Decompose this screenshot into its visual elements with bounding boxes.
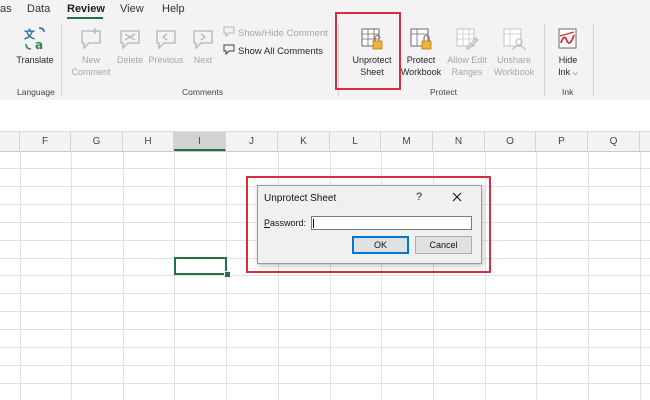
unshare-workbook-icon — [491, 26, 537, 52]
allow-edit-ranges-label-line1: Allow Edit — [447, 55, 487, 65]
allow-edit-ranges-label-line2: Ranges — [451, 67, 483, 77]
hide-ink-label-line2: Ink — [558, 67, 571, 77]
tab-data[interactable]: Data — [27, 3, 50, 15]
column-header-m[interactable]: M — [381, 132, 433, 151]
group-separator — [593, 24, 594, 96]
protect-workbook-label-line2: Workbook — [400, 67, 442, 77]
ribbon-tab-bar: as Data Review View Help — [0, 0, 650, 20]
column-header-k[interactable]: K — [278, 132, 330, 151]
protect-workbook-button[interactable]: Protect Workbook — [399, 26, 443, 78]
previous-comment-label: Previous — [148, 55, 184, 65]
formula-bar-gap — [0, 100, 650, 131]
show-all-comments-button[interactable]: Show All Comments — [223, 44, 323, 58]
column-header-partial — [0, 132, 20, 151]
column-header-o[interactable]: O — [485, 132, 536, 151]
comments-group-label: Comments — [182, 87, 224, 97]
tab-review[interactable]: Review — [67, 3, 105, 15]
new-comment-label-line1: New — [81, 55, 100, 65]
delete-comment-button[interactable]: Delete — [114, 26, 146, 66]
show-hide-comment-button[interactable]: Show/Hide Comment — [223, 26, 328, 40]
ink-group-label: Ink — [562, 87, 574, 97]
translate-button[interactable]: 文 a Translate — [12, 26, 58, 66]
column-header-n[interactable]: N — [433, 132, 485, 151]
chevron-down-icon: ⌵ — [572, 70, 578, 77]
group-separator — [544, 24, 545, 96]
show-all-comments-label: Show All Comments — [238, 45, 324, 57]
unshare-workbook-button[interactable]: Unshare Workbook — [491, 26, 537, 78]
unshare-workbook-label-line1: Unshare — [496, 55, 532, 65]
new-comment-button[interactable]: New Comment — [66, 26, 116, 78]
column-header-g[interactable]: G — [71, 132, 123, 151]
column-header-i[interactable]: I — [174, 132, 226, 151]
column-header-f[interactable]: F — [20, 132, 71, 151]
column-header-row: F G H I J K L M N O P Q — [0, 131, 650, 152]
unprotect-sheet-highlight — [335, 12, 401, 90]
svg-text:a: a — [35, 38, 43, 52]
allow-edit-ranges-button[interactable]: Allow Edit Ranges — [443, 26, 491, 78]
ribbon: 文 a Translate Language New Comment Delet… — [0, 12, 650, 101]
protect-workbook-icon — [399, 26, 443, 52]
allow-edit-ranges-icon — [443, 26, 491, 52]
column-header-h[interactable]: H — [123, 132, 174, 151]
new-comment-label-line2: Comment — [71, 67, 111, 77]
new-comment-icon — [66, 26, 116, 52]
tab-view[interactable]: View — [120, 3, 144, 15]
column-header-j[interactable]: J — [226, 132, 278, 151]
column-header-p[interactable]: P — [536, 132, 588, 151]
active-cell[interactable] — [174, 257, 227, 275]
column-header-q[interactable]: Q — [588, 132, 640, 151]
translate-label: Translate — [16, 55, 54, 65]
delete-comment-label: Delete — [116, 55, 143, 65]
delete-comment-icon — [114, 26, 146, 52]
unshare-workbook-label-line2: Workbook — [493, 67, 535, 77]
translate-icon: 文 a — [12, 26, 58, 52]
hide-ink-label-line1: Hide — [558, 55, 578, 65]
previous-comment-button[interactable]: Previous — [146, 26, 186, 66]
protect-workbook-label-line1: Protect — [406, 55, 436, 65]
active-tab-indicator — [67, 17, 103, 19]
show-hide-comment-label: Show/Hide Comment — [238, 27, 328, 39]
next-comment-label: Next — [193, 55, 213, 65]
column-header-l[interactable]: L — [330, 132, 381, 151]
tab-formulas-partial[interactable]: as — [0, 3, 12, 15]
protect-group-label: Protect — [430, 87, 457, 97]
hide-ink-button[interactable]: Hide Ink ⌵ — [550, 26, 586, 80]
fill-handle[interactable] — [224, 271, 231, 278]
previous-comment-icon — [146, 26, 186, 52]
show-all-comments-icon — [223, 44, 235, 58]
dialog-highlight — [246, 176, 491, 273]
group-separator — [61, 24, 62, 96]
tab-help[interactable]: Help — [162, 3, 185, 15]
hide-ink-icon — [550, 26, 586, 52]
show-hide-comment-icon — [223, 26, 235, 40]
next-comment-button[interactable]: Next — [188, 26, 218, 66]
language-group-label: Language — [17, 87, 55, 97]
next-comment-icon — [188, 26, 218, 52]
